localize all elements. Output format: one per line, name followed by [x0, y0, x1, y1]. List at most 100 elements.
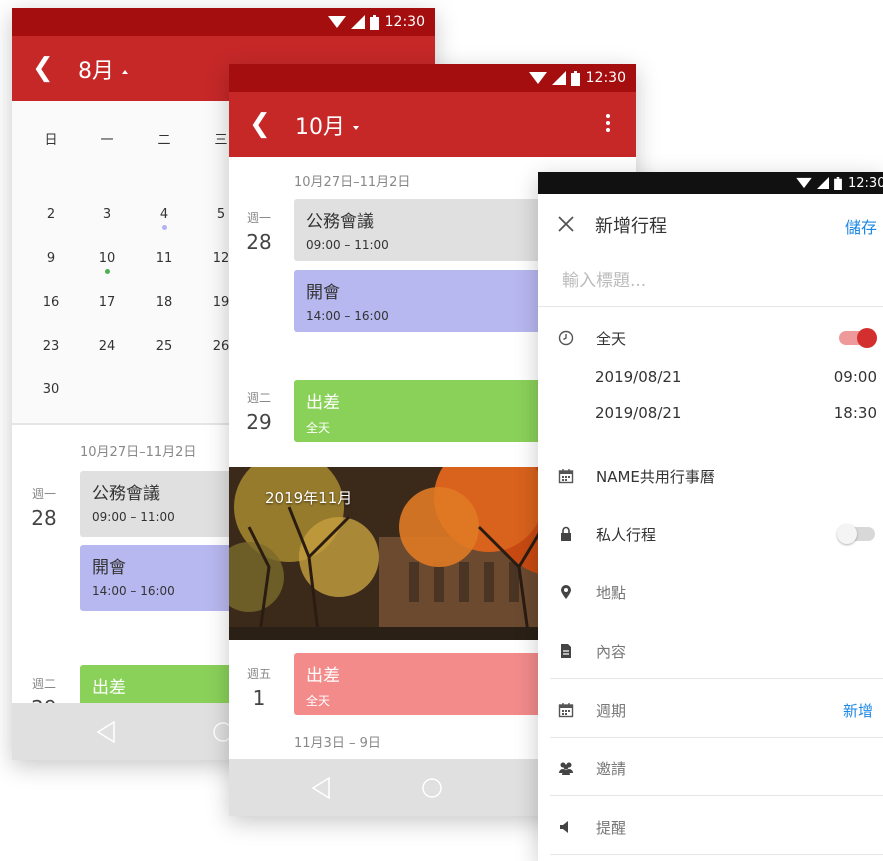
wifi-icon: [796, 177, 812, 189]
allday-label: 全天: [596, 329, 627, 348]
private-label: 私人行程: [596, 525, 657, 544]
invite-label: 邀請: [596, 759, 627, 778]
new-event-screen: 12:30 新增行程 儲存 輸入標題... 全天 2019/08/21 09:0…: [538, 172, 883, 861]
status-bar: 12:30: [12, 8, 435, 36]
invite-row[interactable]: 邀請: [538, 756, 883, 780]
repeat-row: 週期 新增: [538, 698, 883, 722]
speaker-icon: [560, 821, 568, 833]
day-number: 28: [31, 506, 57, 530]
calendar-row[interactable]: NAME共用行事曆: [538, 464, 883, 488]
calendar-day[interactable]: 30: [36, 382, 66, 397]
reminder-row[interactable]: 提醒: [538, 815, 883, 839]
calendar-repeat-icon: [558, 703, 574, 718]
save-button[interactable]: 儲存: [845, 214, 877, 238]
back-arrow-icon[interactable]: ❮: [32, 50, 58, 86]
battery-icon: [570, 70, 580, 86]
content-field: 內容: [596, 642, 627, 661]
wifi-icon: [327, 16, 346, 28]
day-weekday: 週一: [246, 211, 271, 225]
day-label: 週五 1: [239, 665, 279, 710]
clock-icon: [558, 330, 574, 346]
app-bar: ❮ 10月: [229, 92, 636, 157]
allday-row: 全天: [538, 326, 883, 350]
day-weekday: 週二: [31, 677, 56, 691]
day-number: 29: [246, 410, 272, 434]
private-row: 私人行程: [538, 522, 883, 546]
calendar-day[interactable]: 16: [36, 295, 66, 310]
event-dot: [104, 269, 110, 274]
signal-icon: [551, 71, 566, 85]
status-bar: 12:30: [538, 172, 883, 194]
start-time[interactable]: 09:00: [834, 368, 877, 386]
reminder-label: 提醒: [596, 818, 627, 837]
calendar-day[interactable]: 4: [149, 207, 179, 230]
more-vert-icon[interactable]: [606, 114, 610, 132]
calendar-day[interactable]: 25: [149, 339, 179, 354]
nav-home-icon[interactable]: [421, 777, 443, 799]
status-time: 12:30: [384, 14, 425, 30]
title-input[interactable]: 輸入標題...: [562, 266, 646, 291]
day-label: 週一 28: [24, 485, 64, 530]
caret-up-icon: [122, 70, 128, 74]
calendar-icon: [558, 469, 574, 484]
day-label: 週二 29: [239, 389, 279, 434]
month-title-text: 8月: [78, 59, 114, 84]
allday-toggle[interactable]: [839, 328, 877, 348]
wifi-icon: [528, 72, 547, 84]
form-title: 新增行程: [595, 216, 667, 237]
people-icon: [559, 762, 573, 775]
calendar-day[interactable]: 2: [36, 207, 66, 222]
week-range: 10月27日–11月2日: [294, 175, 411, 190]
calendar-name: NAME共用行事曆: [596, 467, 715, 486]
day-label: 週一 28: [239, 209, 279, 254]
weekday-header: 一: [100, 133, 114, 148]
form-header: 新增行程 儲存 輸入標題...: [538, 194, 883, 307]
divider: [550, 678, 883, 679]
status-time: 12:30: [585, 70, 626, 86]
day-number: 1: [252, 686, 266, 710]
divider: [550, 854, 883, 855]
month-title[interactable]: 10月: [295, 109, 359, 141]
month-title[interactable]: 8月: [78, 53, 128, 85]
signal-icon: [817, 177, 829, 189]
month-title-text: 10月: [295, 115, 345, 140]
calendar-day[interactable]: 17: [92, 295, 122, 310]
repeat-add-button[interactable]: 新增: [843, 700, 873, 721]
divider: [550, 795, 883, 796]
calendar-day-number: 10: [98, 251, 116, 266]
day-number: 28: [246, 230, 272, 254]
status-time: 12:30: [848, 175, 883, 191]
private-toggle[interactable]: [837, 524, 875, 544]
calendar-day[interactable]: 24: [92, 339, 122, 354]
calendar-day[interactable]: 9: [36, 251, 66, 266]
end-date[interactable]: 2019/08/21: [595, 404, 681, 422]
calendar-day[interactable]: 23: [36, 339, 66, 354]
calendar-day[interactable]: 3: [92, 207, 122, 222]
calendar-day[interactable]: 10: [92, 251, 122, 274]
lock-icon: [561, 526, 571, 541]
divider: [550, 737, 883, 738]
battery-icon: [834, 176, 842, 190]
end-time[interactable]: 18:30: [834, 404, 877, 422]
close-icon[interactable]: [558, 216, 574, 232]
location-field: 地點: [596, 583, 627, 602]
back-arrow-icon[interactable]: ❮: [249, 106, 275, 142]
nav-back-icon[interactable]: [311, 777, 331, 799]
weekday-header: 日: [44, 133, 58, 148]
weekday-header: 二: [157, 133, 171, 148]
calendar-day[interactable]: 11: [149, 251, 179, 266]
location-row[interactable]: 地點: [538, 580, 883, 604]
week-range: 11月3日 – 9日: [294, 736, 381, 751]
day-weekday: 週二: [246, 391, 271, 405]
calendar-day[interactable]: 18: [149, 295, 179, 310]
content-row[interactable]: 內容: [538, 639, 883, 663]
toggle-knob: [857, 328, 877, 348]
week-range: 10月27日–11月2日: [80, 445, 197, 460]
start-date[interactable]: 2019/08/21: [595, 368, 681, 386]
event-dot: [161, 225, 167, 230]
banner-month-label: 2019年11月: [265, 489, 353, 507]
document-icon: [561, 644, 571, 658]
location-pin-icon: [561, 585, 571, 599]
nav-back-icon[interactable]: [96, 721, 116, 743]
signal-icon: [350, 15, 365, 29]
